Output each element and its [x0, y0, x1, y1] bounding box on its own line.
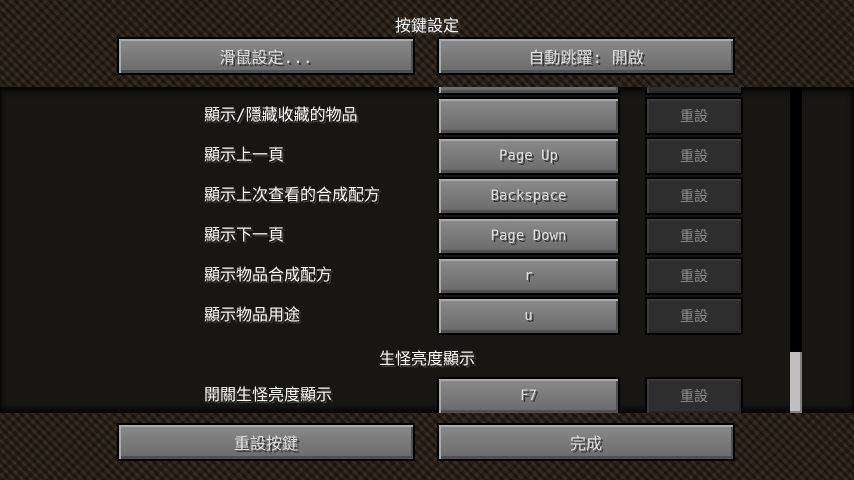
- keybind-key-button[interactable]: r: [437, 257, 620, 295]
- keybind-reset-button: 重設: [645, 377, 743, 413]
- keybind-label: 顯示下一頁: [204, 225, 285, 244]
- scrollbar-thumb[interactable]: [790, 352, 802, 413]
- keybind-key-button[interactable]: Page Down: [437, 217, 620, 255]
- keybind-reset-button: 重設: [645, 257, 743, 295]
- keybind-reset-button: 重設: [645, 97, 743, 135]
- keybind-reset-button: 重設: [645, 137, 743, 175]
- keybind-reset-button: 重設: [645, 297, 743, 335]
- page-title: 按鍵設定: [394, 16, 459, 35]
- keybind-key-button[interactable]: F7: [437, 377, 620, 413]
- reset-keys-button[interactable]: 重設按鍵: [117, 423, 415, 461]
- keybind-key-button[interactable]: Backspace: [437, 177, 620, 215]
- done-button[interactable]: 完成: [437, 423, 735, 461]
- mouse-settings-button[interactable]: 滑鼠設定...: [117, 37, 415, 75]
- section-title: 生怪亮度顯示: [378, 349, 475, 368]
- keybind-key-button[interactable]: u: [437, 297, 620, 335]
- keybind-label: 顯示物品用途: [204, 305, 301, 324]
- keybind-reset-button: 重設: [645, 217, 743, 255]
- keybind-label: 顯示物品合成配方: [204, 265, 333, 284]
- keybind-label: 顯示上一頁: [204, 145, 285, 164]
- keybind-key-button[interactable]: Page Up: [437, 137, 620, 175]
- keybind-list[interactable]: 顯示/隱藏收藏的物品 重設 顯示上一頁 Page Up 重設 顯示上次查看的合成…: [0, 87, 854, 413]
- keybind-reset-button: 重設: [645, 177, 743, 215]
- keybind-key-button[interactable]: [437, 97, 620, 135]
- keybind-key-button[interactable]: [437, 87, 620, 95]
- keybind-label: 顯示上次查看的合成配方: [204, 185, 381, 204]
- auto-jump-toggle-button[interactable]: 自動跳躍: 開啟: [437, 37, 735, 75]
- keybind-reset-button: [645, 87, 743, 95]
- keybind-label: 開關生怪亮度顯示: [204, 385, 333, 404]
- keybind-label: 顯示/隱藏收藏的物品: [204, 105, 358, 124]
